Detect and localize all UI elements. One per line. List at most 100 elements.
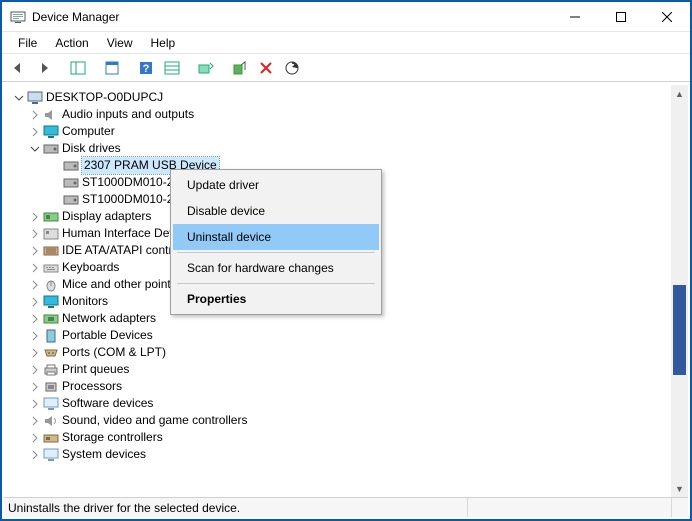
status-text: Uninstalls the driver for the selected d… [8, 501, 240, 515]
minimize-button[interactable] [552, 2, 598, 32]
view-button[interactable] [160, 57, 184, 79]
portable-icon [42, 328, 60, 344]
menu-file[interactable]: File [10, 34, 45, 52]
window-title: Device Manager [32, 10, 119, 24]
tree-label: Network adapters [62, 310, 156, 327]
chevron-right-icon[interactable] [28, 229, 42, 239]
display-adapter-icon [42, 209, 60, 225]
scroll-up-arrow[interactable]: ▲ [671, 85, 688, 102]
uninstall-device-button[interactable] [254, 57, 278, 79]
ide-icon [42, 243, 60, 259]
tree-item-processors[interactable]: Processors [6, 378, 688, 395]
tree-root[interactable]: DESKTOP-O0DUPCJ [6, 89, 688, 106]
tree-item-portable[interactable]: Portable Devices [6, 327, 688, 344]
menu-help[interactable]: Help [143, 34, 184, 52]
hid-icon [42, 226, 60, 242]
menu-item-disable-device[interactable]: Disable device [173, 198, 379, 224]
ports-icon [42, 345, 60, 361]
toolbar: ? [2, 54, 690, 82]
scan-hardware-button[interactable] [280, 57, 304, 79]
chevron-right-icon[interactable] [28, 382, 42, 392]
software-icon [42, 396, 60, 412]
chevron-right-icon[interactable] [28, 399, 42, 409]
chevron-right-icon[interactable] [28, 331, 42, 341]
disable-device-button[interactable] [228, 57, 252, 79]
tree-item-ports[interactable]: Ports (COM & LPT) [6, 344, 688, 361]
properties-button[interactable] [100, 57, 124, 79]
chevron-right-icon[interactable] [28, 433, 42, 443]
tree-label: System devices [62, 446, 146, 463]
tree-item-printq[interactable]: Print queues [6, 361, 688, 378]
tree-label: Sound, video and game controllers [62, 412, 247, 429]
tree-item-computer[interactable]: Computer [6, 123, 688, 140]
tree-label: Print queues [62, 361, 129, 378]
tree-label: Monitors [62, 293, 108, 310]
menu-bar: File Action View Help [2, 32, 690, 54]
tree-item-sound[interactable]: Sound, video and game controllers [6, 412, 688, 429]
tree-item-audio[interactable]: Audio inputs and outputs [6, 106, 688, 123]
disk-icon [62, 192, 80, 208]
menu-item-properties[interactable]: Properties [173, 286, 379, 312]
tree-label: Disk drives [62, 140, 121, 157]
disk-icon [62, 175, 80, 191]
menu-item-scan-hardware[interactable]: Scan for hardware changes [173, 255, 379, 281]
chevron-right-icon[interactable] [28, 416, 42, 426]
statusbar-separator [671, 498, 672, 517]
back-button[interactable] [6, 57, 30, 79]
chevron-right-icon[interactable] [28, 246, 42, 256]
storage-icon [42, 430, 60, 446]
help-button[interactable]: ? [134, 57, 158, 79]
chevron-right-icon[interactable] [28, 212, 42, 222]
context-menu: Update driver Disable device Uninstall d… [170, 169, 382, 315]
svg-text:?: ? [143, 63, 150, 75]
chevron-right-icon[interactable] [28, 263, 42, 273]
status-bar: Uninstalls the driver for the selected d… [4, 497, 688, 517]
menu-separator [177, 252, 375, 253]
tree-item-disk-drives[interactable]: Disk drives [6, 140, 688, 157]
menu-item-uninstall-device[interactable]: Uninstall device [173, 224, 379, 250]
menu-item-update-driver[interactable]: Update driver [173, 172, 379, 198]
window-controls [552, 2, 690, 32]
statusbar-separator [467, 498, 468, 517]
chevron-right-icon[interactable] [28, 348, 42, 358]
scroll-down-arrow[interactable]: ▼ [671, 480, 688, 497]
monitor-icon [42, 124, 60, 140]
tree-item-storage[interactable]: Storage controllers [6, 429, 688, 446]
chevron-down-icon[interactable] [28, 144, 42, 154]
tree-label: Audio inputs and outputs [62, 106, 194, 123]
chevron-right-icon[interactable] [28, 297, 42, 307]
tree-label: Display adapters [62, 208, 151, 225]
tree-item-software[interactable]: Software devices [6, 395, 688, 412]
audio-icon [42, 107, 60, 123]
close-button[interactable] [644, 2, 690, 32]
tree-label: DESKTOP-O0DUPCJ [46, 89, 163, 106]
chevron-right-icon[interactable] [28, 314, 42, 324]
chevron-right-icon[interactable] [28, 450, 42, 460]
menu-separator [177, 283, 375, 284]
chevron-right-icon[interactable] [28, 127, 42, 137]
keyboard-icon [42, 260, 60, 276]
tree-label: Computer [62, 123, 115, 140]
network-icon [42, 311, 60, 327]
show-hide-pane-button[interactable] [66, 57, 90, 79]
vertical-scrollbar[interactable]: ▲ ▼ [671, 85, 688, 497]
chevron-right-icon[interactable] [28, 280, 42, 290]
printer-icon [42, 362, 60, 378]
maximize-button[interactable] [598, 2, 644, 32]
mouse-icon [42, 277, 60, 293]
menu-action[interactable]: Action [47, 34, 96, 52]
menu-view[interactable]: View [99, 34, 141, 52]
tree-item-system[interactable]: System devices [6, 446, 688, 463]
cpu-icon [42, 379, 60, 395]
tree-label: Ports (COM & LPT) [62, 344, 166, 361]
scroll-thumb[interactable] [673, 285, 686, 375]
disk-icon [62, 158, 80, 174]
chevron-down-icon[interactable] [12, 93, 26, 103]
app-icon [10, 9, 26, 25]
forward-button[interactable] [32, 57, 56, 79]
update-driver-button[interactable] [194, 57, 218, 79]
system-icon [42, 447, 60, 463]
chevron-right-icon[interactable] [28, 365, 42, 375]
monitor-icon [42, 294, 60, 310]
chevron-right-icon[interactable] [28, 110, 42, 120]
